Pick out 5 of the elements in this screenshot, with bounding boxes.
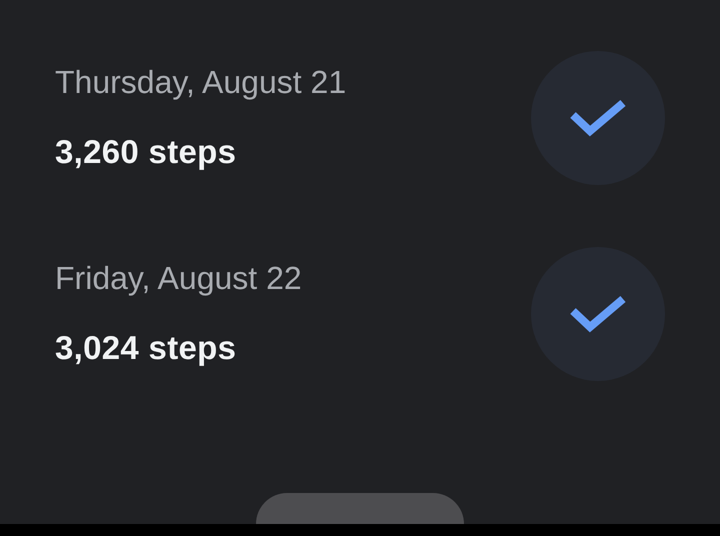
step-count: 3,024 steps <box>55 328 238 368</box>
day-date: Friday, August 22 <box>55 258 303 296</box>
day-date: Thursday, August 21 <box>55 63 348 101</box>
check-icon <box>569 97 627 139</box>
step-count: 3,260 steps <box>55 132 238 172</box>
